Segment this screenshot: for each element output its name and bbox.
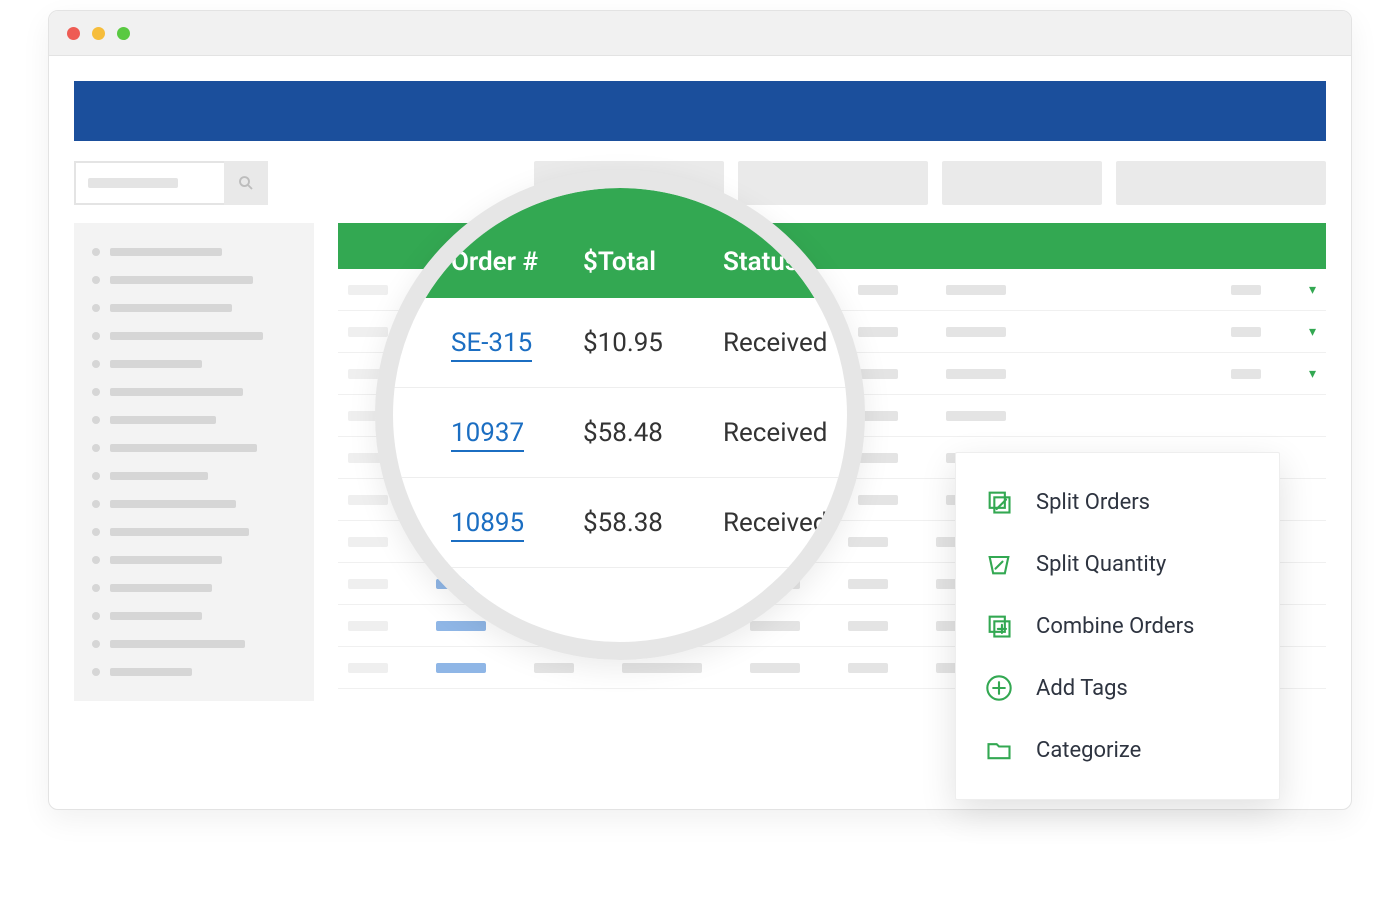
sidebar-item[interactable] <box>92 553 296 567</box>
folder-icon <box>984 735 1014 765</box>
split-orders-icon <box>984 487 1014 517</box>
menu-label: Categorize <box>1036 738 1141 763</box>
sidebar-item[interactable] <box>92 637 296 651</box>
menu-label: Combine Orders <box>1036 614 1194 639</box>
search-button[interactable] <box>224 161 268 205</box>
menu-combine-orders[interactable]: Combine Orders <box>956 595 1279 657</box>
menu-split-orders[interactable]: Split Orders <box>956 471 1279 533</box>
sidebar-item[interactable] <box>92 609 296 623</box>
window-minimize-icon[interactable] <box>92 27 105 40</box>
window-close-icon[interactable] <box>67 27 80 40</box>
context-menu: Split Orders Split Quantity Combine Orde… <box>955 452 1280 800</box>
sidebar-item[interactable] <box>92 301 296 315</box>
combine-orders-icon <box>984 611 1014 641</box>
sidebar-item[interactable] <box>92 385 296 399</box>
menu-label: Split Quantity <box>1036 552 1166 577</box>
chevron-down-icon[interactable]: ▾ <box>1309 324 1316 340</box>
toolbar-filter-4[interactable] <box>1116 161 1326 205</box>
menu-label: Split Orders <box>1036 490 1150 515</box>
search-placeholder <box>88 178 178 188</box>
window-titlebar <box>49 11 1351 56</box>
add-tags-icon <box>984 673 1014 703</box>
sidebar-item[interactable] <box>92 329 296 343</box>
sidebar-item[interactable] <box>92 273 296 287</box>
search-icon <box>237 174 255 192</box>
magnifier-lens: Order # $Total Status SE-315 $10.95 Rece… <box>375 170 865 660</box>
sidebar-item[interactable] <box>92 441 296 455</box>
sidebar-item[interactable] <box>92 581 296 595</box>
sidebar-item[interactable] <box>92 525 296 539</box>
toolbar-filter-3[interactable] <box>942 161 1102 205</box>
chevron-down-icon[interactable]: ▾ <box>1309 282 1316 298</box>
window-zoom-icon[interactable] <box>117 27 130 40</box>
search-input[interactable] <box>74 161 224 205</box>
sidebar-item[interactable] <box>92 665 296 679</box>
chevron-down-icon[interactable]: ▾ <box>1309 366 1316 382</box>
sidebar <box>74 223 314 701</box>
app-header-bar <box>74 81 1326 141</box>
menu-split-quantity[interactable]: Split Quantity <box>956 533 1279 595</box>
sidebar-item[interactable] <box>92 497 296 511</box>
sidebar-item[interactable] <box>92 245 296 259</box>
split-quantity-icon <box>984 549 1014 579</box>
sidebar-item[interactable] <box>92 469 296 483</box>
menu-label: Add Tags <box>1036 676 1128 701</box>
sidebar-item[interactable] <box>92 357 296 371</box>
menu-add-tags[interactable]: Add Tags <box>956 657 1279 719</box>
menu-categorize[interactable]: Categorize <box>956 719 1279 781</box>
sidebar-item[interactable] <box>92 413 296 427</box>
